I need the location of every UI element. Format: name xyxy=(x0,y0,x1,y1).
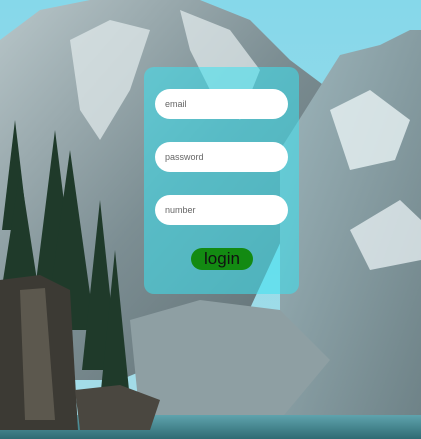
email-input[interactable] xyxy=(155,89,288,119)
password-input[interactable] xyxy=(155,142,288,172)
number-input[interactable] xyxy=(155,195,288,225)
login-form-card: login xyxy=(144,67,299,294)
login-button[interactable]: login xyxy=(191,248,253,270)
login-page: login xyxy=(0,0,421,439)
